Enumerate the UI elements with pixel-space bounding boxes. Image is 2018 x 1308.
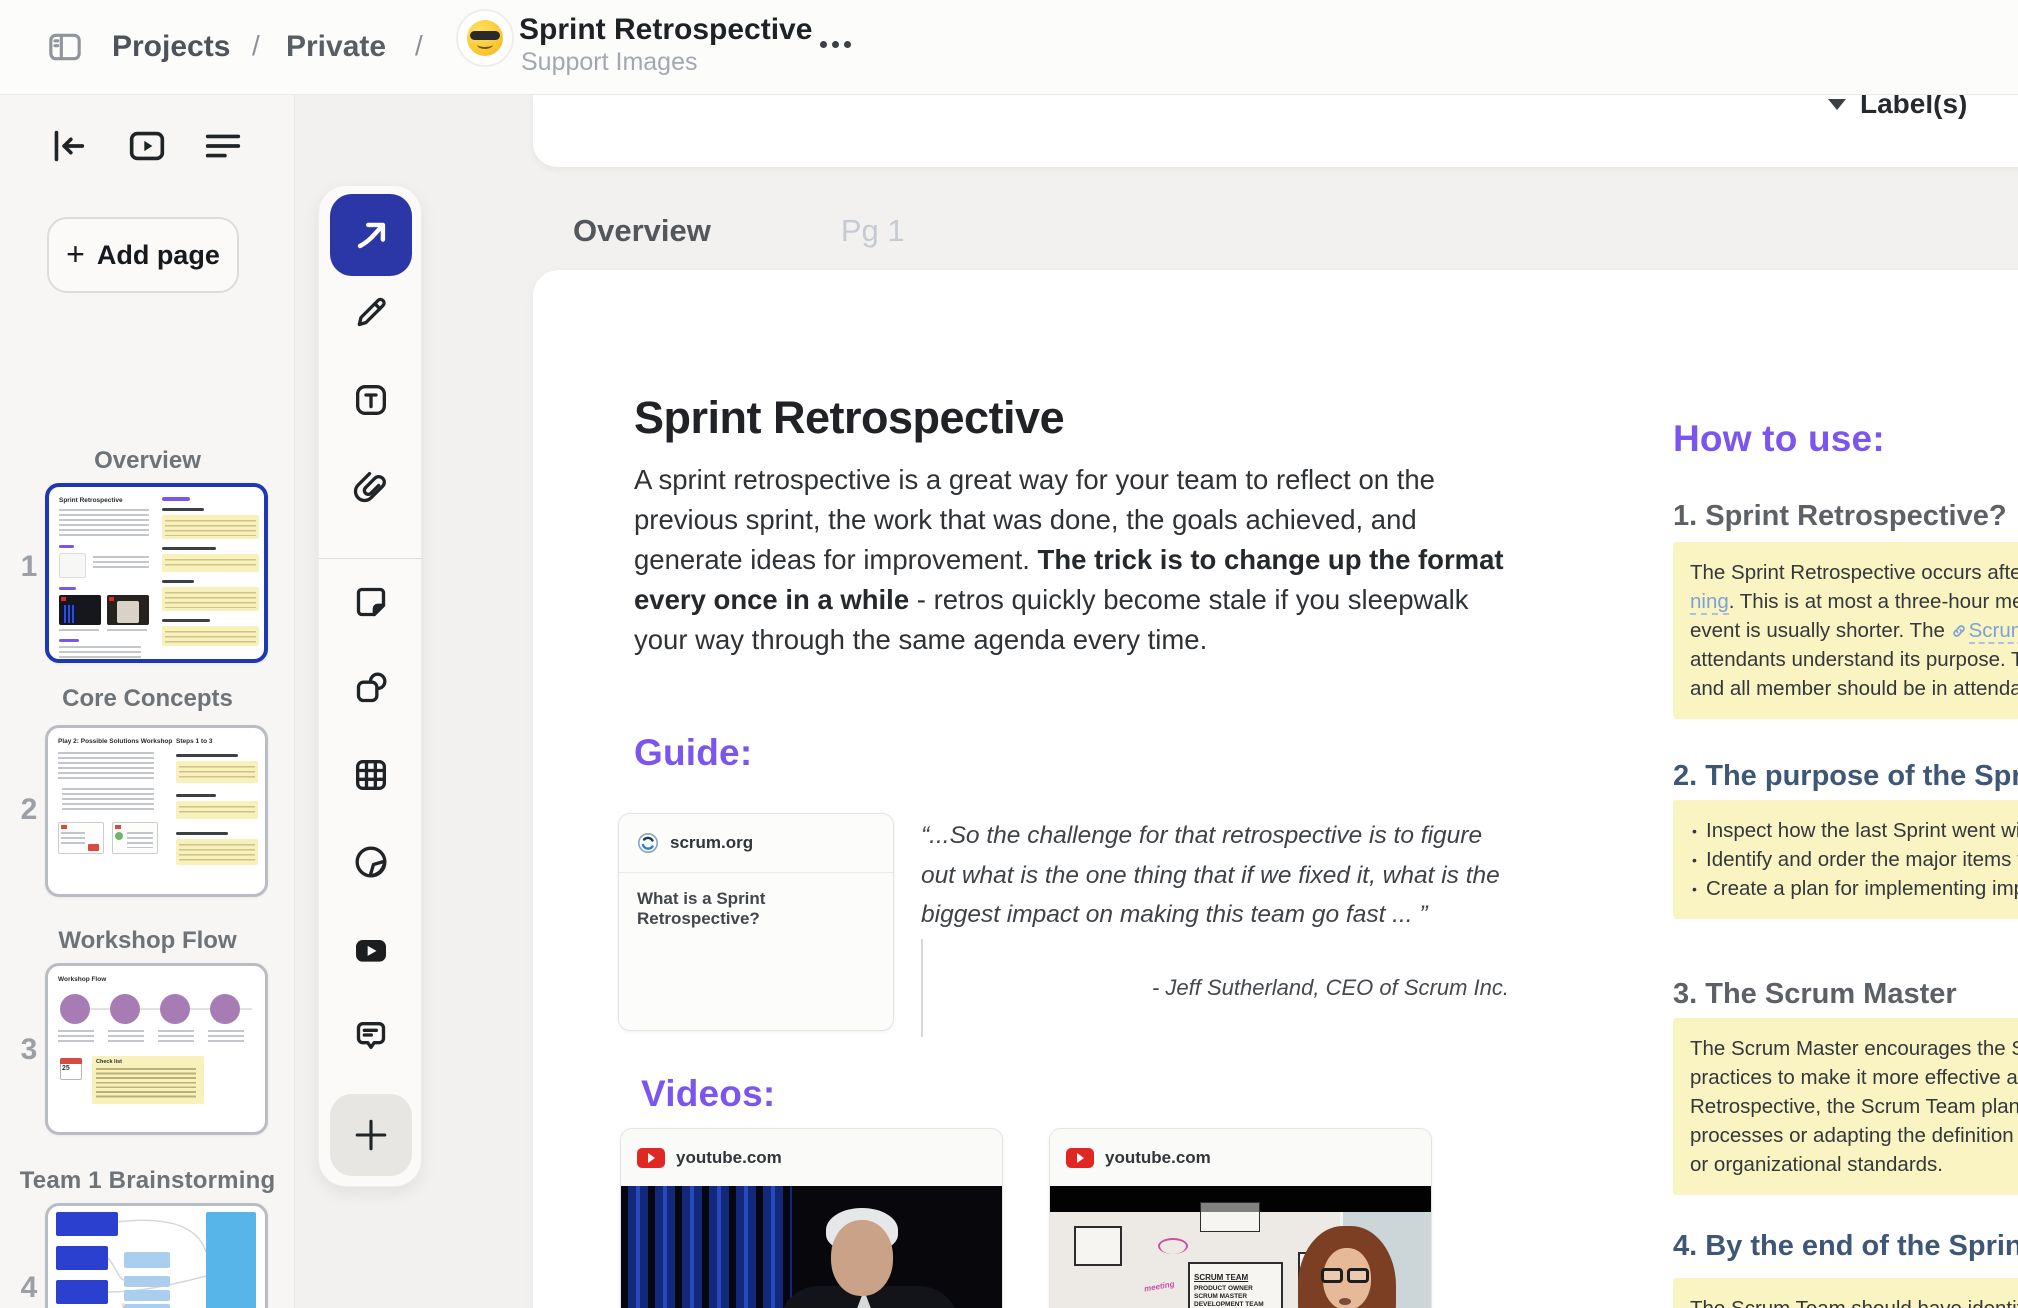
page-label-workshop-flow[interactable]: Workshop Flow (0, 927, 295, 955)
sticker-tool-button[interactable] (347, 838, 395, 886)
scrolled-widget-card: Label(s) g + (533, 95, 2018, 167)
document-page: Sprint Retrospective A sprint retrospect… (533, 270, 2018, 1308)
whiteboard-canvas[interactable]: Label(s) g + Overview Pg 1 (295, 95, 2018, 1308)
quote-text: “...So the challenge for that retrospect… (921, 822, 1500, 928)
section-4-heading: 4. By the end of the Sprint (1673, 1230, 2018, 1262)
tab-pg1[interactable]: Pg 1 (841, 213, 905, 249)
sunglasses-emoji-icon (467, 20, 503, 56)
sidebar-actions (44, 123, 254, 169)
page-number-2: 2 (20, 793, 38, 826)
more-tools-button[interactable] (330, 1094, 412, 1176)
thumbnail-preview (48, 1206, 265, 1308)
page-title: Sprint Retrospective (634, 392, 1065, 443)
pages-sidebar: + Add page Overview 1 Sprint Retrospecti… (0, 95, 295, 1308)
page-tabs: Overview Pg 1 (573, 213, 905, 249)
video-card-header: youtube.com (1050, 1129, 1431, 1186)
link-card-title[interactable]: What is a Sprint Retrospective? (619, 873, 893, 945)
breadcrumb-separator-2: / (415, 30, 423, 61)
collapse-sidebar-icon[interactable] (44, 123, 90, 169)
how-to-use-heading: How to use: (1673, 418, 1885, 459)
add-page-button[interactable]: + Add page (47, 217, 239, 293)
section-1-callout: The Sprint Retrospective occurs after th… (1673, 542, 2018, 719)
video-domain: youtube.com (1105, 1147, 1211, 1167)
section-1-heading: 1. Sprint Retrospective? (1673, 500, 2007, 532)
page-number-1: 1 (20, 550, 38, 583)
video-thumbnail-preview[interactable]: SCRUM TEAM PRODUCT OWNER SCRUM MASTER DE… (1050, 1186, 1431, 1308)
youtube-icon (1066, 1147, 1094, 1168)
attachment-tool-button[interactable] (347, 464, 395, 512)
add-page-label: Add page (96, 239, 220, 270)
page-label-overview[interactable]: Overview (0, 447, 295, 475)
text-tool-button[interactable] (347, 376, 395, 424)
pencil-tool-button[interactable] (347, 288, 395, 336)
page-thumbnail-core-concepts[interactable]: Play 2: Possible Solutions Workshop Step… (45, 725, 268, 897)
more-options-icon[interactable] (820, 26, 866, 62)
intro-paragraph: A sprint retrospective is a great way fo… (634, 464, 1504, 655)
page-label-core-concepts[interactable]: Core Concepts (0, 685, 295, 713)
breadcrumb-private[interactable]: Private (286, 30, 386, 64)
breadcrumb-separator: / (252, 30, 260, 61)
quote-attribution-row: - Jeff Sutherland, CEO of Scrum Inc. (921, 938, 1509, 1037)
present-icon[interactable] (124, 123, 170, 169)
link-card-header: scrum.org (619, 814, 893, 873)
page-thumbnail-workshop-flow[interactable]: Workshop Flow 25 Check list (45, 963, 268, 1135)
quote-block: “...So the challenge for that retrospect… (921, 816, 1509, 1037)
labels-dropdown[interactable]: Label(s) (1828, 95, 1967, 133)
section-3-heading: 3. The Scrum Master (1673, 978, 1957, 1010)
labels-dropdown-label: Label(s) (1860, 95, 1968, 119)
youtube-tool-button[interactable] (347, 926, 395, 974)
toolbar-divider (319, 558, 423, 559)
select-tool-button[interactable] (330, 194, 412, 276)
page-list-icon[interactable] (200, 123, 246, 169)
document-emoji-icon[interactable] (456, 9, 514, 67)
document-title[interactable]: Sprint Retrospective (519, 13, 812, 47)
plus-icon: + (66, 235, 85, 272)
youtube-icon (637, 1147, 665, 1168)
scrum-org-link-card[interactable]: scrum.org What is a Sprint Retrospective… (618, 813, 894, 1031)
sprint-planning-link[interactable]: ning (1690, 590, 1729, 615)
tools-panel (318, 185, 423, 1187)
document-subtitle: Support Images (521, 48, 698, 76)
comment-tool-button[interactable] (347, 1012, 395, 1060)
video-domain: youtube.com (676, 1147, 782, 1167)
section-3-callout: The Scrum Master encourages the Scrum pr… (1673, 1018, 2018, 1195)
section-2-heading: 2. The purpose of the Sprint (1673, 760, 2018, 792)
quote-attribution: - Jeff Sutherland, CEO of Scrum Inc. (1151, 974, 1509, 1000)
page-thumbnail-overview[interactable]: Sprint Retrospective (45, 483, 268, 663)
section-2-callout: Inspect how the last Sprint went with Id… (1673, 800, 2018, 919)
video-card-1[interactable]: youtube.com (620, 1128, 1003, 1308)
page-thumbnail-team1-brainstorming[interactable] (45, 1203, 268, 1308)
sticky-note-tool-button[interactable] (347, 578, 395, 626)
breadcrumb-projects[interactable]: Projects (112, 30, 230, 64)
video-thumbnail-preview[interactable] (621, 1186, 1002, 1308)
thumbnail-preview: Play 2: Possible Solutions Workshop Step… (48, 728, 265, 894)
scrum-org-favicon-icon (638, 833, 658, 853)
chevron-down-icon (1828, 98, 1846, 110)
thumbnail-preview: Workshop Flow 25 Check list (48, 966, 265, 1132)
video-card-header: youtube.com (621, 1129, 1002, 1186)
app-header: Projects / Private / Sprint Retrospectiv… (0, 0, 2018, 95)
video-card-2[interactable]: youtube.com SCRUM TEAM PRODUCT OWNER SCR… (1049, 1128, 1432, 1308)
page-number-4: 4 (20, 1271, 38, 1304)
page-label-team1-brainstorming[interactable]: Team 1 Brainstorming (0, 1167, 295, 1195)
window-bars-backdrop (621, 1186, 793, 1308)
whiteboard-app: Projects / Private / Sprint Retrospectiv… (0, 0, 2018, 1308)
shapes-tool-button[interactable] (347, 664, 395, 712)
sidebar-toggle-icon[interactable] (45, 27, 85, 67)
section-4-callout: The Scrum Team should have identified (1673, 1278, 2018, 1308)
page-number-3: 3 (20, 1033, 38, 1066)
scrum-master-link[interactable]: Scrum Ma (1968, 619, 2018, 644)
tab-overview[interactable]: Overview (573, 213, 711, 249)
table-tool-button[interactable] (347, 751, 395, 799)
guide-heading: Guide: (634, 732, 753, 773)
videos-heading: Videos: (641, 1073, 776, 1114)
thumbnail-preview: Sprint Retrospective (49, 487, 264, 659)
link-icon (1952, 625, 1965, 637)
link-card-domain: scrum.org (670, 833, 754, 852)
